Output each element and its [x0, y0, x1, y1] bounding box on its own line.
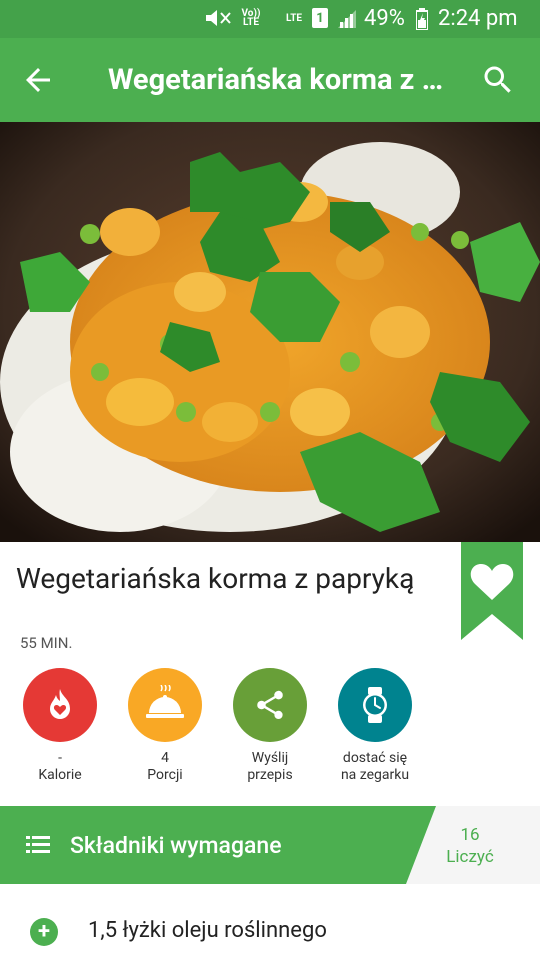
status-icons: Vo)) LTE LTE 1	[204, 8, 358, 28]
recipe-title: Wegetariańska korma z papryką	[16, 562, 415, 595]
add-icon[interactable]: +	[30, 918, 58, 946]
recipe-time: 55 MIN.	[20, 634, 73, 652]
list-icon	[26, 836, 50, 853]
share-icon[interactable]	[233, 668, 307, 742]
calorie-flame-icon[interactable]	[23, 668, 97, 742]
favorite-ribbon-button[interactable]	[461, 542, 523, 640]
watch-action[interactable]: dostać się na zegarku	[320, 668, 430, 784]
ingredients-count: 16 Liczyć	[430, 824, 510, 868]
battery-percent: 49%	[364, 6, 405, 31]
share-label-line1: Wyślij	[251, 750, 289, 766]
status-bar: Vo)) LTE LTE 1 49% 2:24 pm	[0, 0, 540, 38]
servings-action[interactable]: 4 Porcji	[110, 668, 220, 784]
search-icon[interactable]	[480, 62, 516, 98]
serving-dish-icon[interactable]	[128, 668, 202, 742]
calories-value: -	[58, 750, 62, 766]
toolbar-title: Wegetariańska korma z papryką	[108, 63, 448, 97]
recipe-photo	[0, 122, 540, 542]
signal-icon	[338, 10, 356, 28]
toolbar: Wegetariańska korma z papryką	[0, 38, 540, 122]
sim-icon: 1	[312, 8, 328, 28]
ingredient-text: 1,5 łyżki oleju roślinnego	[88, 918, 327, 943]
watch-label-line2: na zegarku	[340, 767, 410, 783]
lte-indicator: LTE	[285, 12, 303, 24]
arrow-back-icon[interactable]	[20, 62, 56, 98]
calories-label: Kalorie	[38, 767, 82, 783]
clock: 2:24 pm	[438, 6, 518, 31]
volte-indicator: Vo)) LTE	[241, 8, 261, 28]
mute-icon	[206, 10, 231, 26]
ingredients-title: Składniki wymagane	[70, 832, 282, 859]
calories-action[interactable]: - Kalorie	[5, 668, 115, 784]
ingredients-header[interactable]: Składniki wymagane 16 Liczyć	[0, 806, 540, 884]
watch-icon[interactable]	[338, 668, 412, 742]
watch-label-line1: dostać się	[342, 750, 408, 766]
ingredients-count-value: 16	[460, 825, 480, 845]
servings-label: Porcji	[147, 767, 183, 783]
share-action[interactable]: Wyślij przepis	[215, 668, 325, 784]
battery-icon	[416, 8, 428, 30]
servings-value: 4	[161, 750, 169, 766]
action-row: - Kalorie 4 Porcji Wyślij przepis dostać…	[0, 668, 540, 798]
list-item[interactable]: + 1,5 łyżki oleju roślinnego	[0, 912, 540, 956]
ingredients-count-label: Liczyć	[446, 847, 494, 867]
share-label-line2: przepis	[247, 767, 293, 783]
